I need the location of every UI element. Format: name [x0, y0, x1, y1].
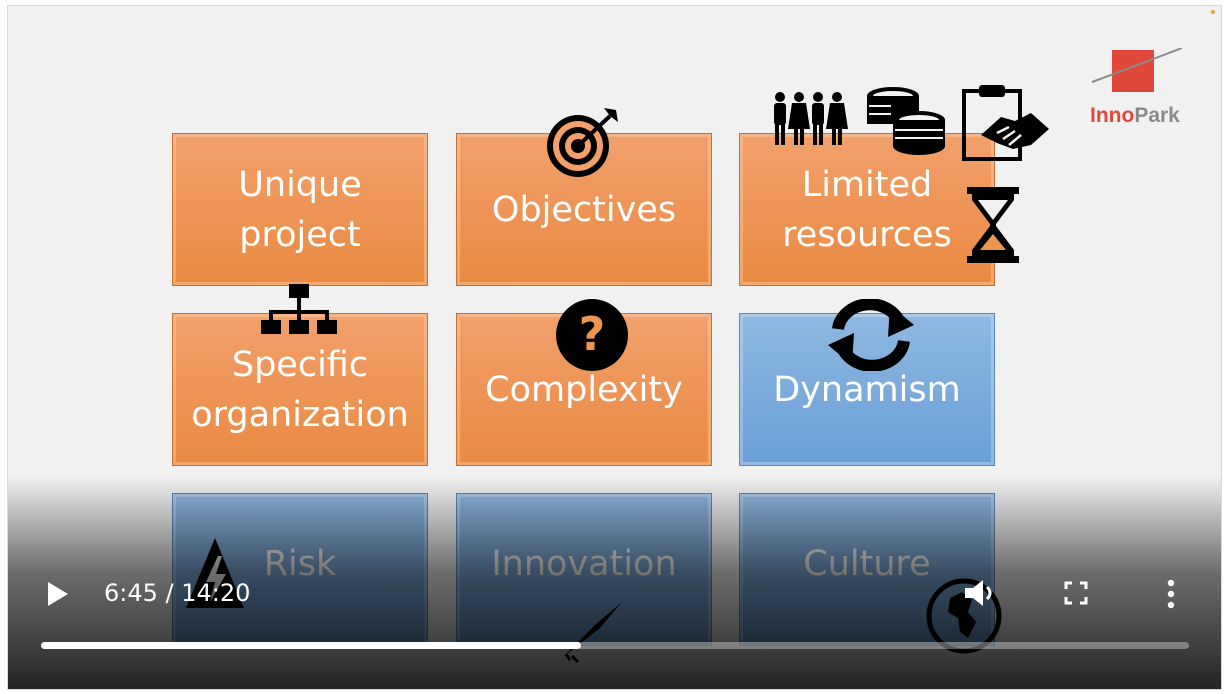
more-vert-icon[interactable]	[1166, 579, 1176, 609]
tile-text: Unique	[238, 164, 362, 205]
tile-unique-project: Unique project	[172, 133, 428, 286]
tile-text: organization	[191, 394, 409, 435]
refresh-icon	[828, 299, 914, 371]
tile-text: Complexity	[485, 369, 683, 410]
org-chart-icon	[261, 284, 337, 334]
logo-text-park: Park	[1134, 104, 1180, 127]
progress-bar[interactable]	[41, 642, 1189, 649]
svg-text:?: ?	[579, 307, 606, 361]
tile-text: Risk	[263, 543, 337, 584]
time-display: 6:45 / 14:20	[104, 579, 251, 607]
tile-text: Objectives	[491, 189, 677, 230]
logo-mark-icon	[1091, 47, 1183, 92]
question-icon: ?	[556, 299, 628, 371]
video-player[interactable]: Unique project Objectives Limited resource…	[7, 5, 1222, 690]
progress-fill	[41, 642, 581, 649]
people-icon	[774, 92, 848, 145]
innopark-logo: InnoPark	[1090, 47, 1190, 128]
tile-text: resources	[782, 214, 952, 255]
status-dot	[1211, 10, 1215, 14]
tile-text: project	[239, 214, 361, 255]
clipboard-handshake-icon	[962, 85, 1049, 161]
target-icon	[547, 108, 618, 177]
tile-text: Dynamism	[773, 369, 961, 410]
tile-text: Limited	[801, 164, 933, 205]
tile-text: Culture	[803, 543, 931, 584]
fullscreen-icon[interactable]	[1064, 581, 1088, 605]
play-icon[interactable]	[46, 580, 70, 608]
volume-icon[interactable]	[963, 578, 997, 608]
logo-text-inno: Inno	[1090, 104, 1135, 127]
rocket-icon	[562, 602, 622, 664]
hourglass-icon	[967, 187, 1019, 263]
tile-text: Innovation	[491, 543, 677, 584]
coins-icon	[867, 87, 945, 155]
